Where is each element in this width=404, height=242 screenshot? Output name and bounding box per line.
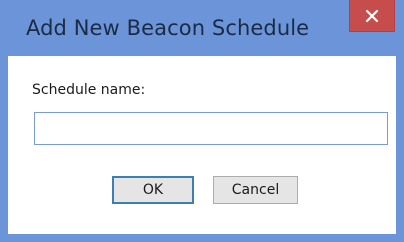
close-icon: [365, 9, 379, 22]
title-bar[interactable]: Add New Beacon Schedule: [0, 0, 404, 56]
cancel-button[interactable]: Cancel: [213, 176, 298, 204]
dialog-window: Add New Beacon Schedule Schedule name: O…: [0, 0, 404, 242]
close-button[interactable]: [349, 0, 395, 32]
schedule-name-input[interactable]: [34, 112, 388, 145]
ok-button[interactable]: OK: [112, 176, 194, 204]
schedule-name-label: Schedule name:: [32, 82, 146, 98]
dialog-body: Schedule name: OK Cancel: [8, 56, 396, 234]
dialog-title: Add New Beacon Schedule: [26, 16, 310, 40]
